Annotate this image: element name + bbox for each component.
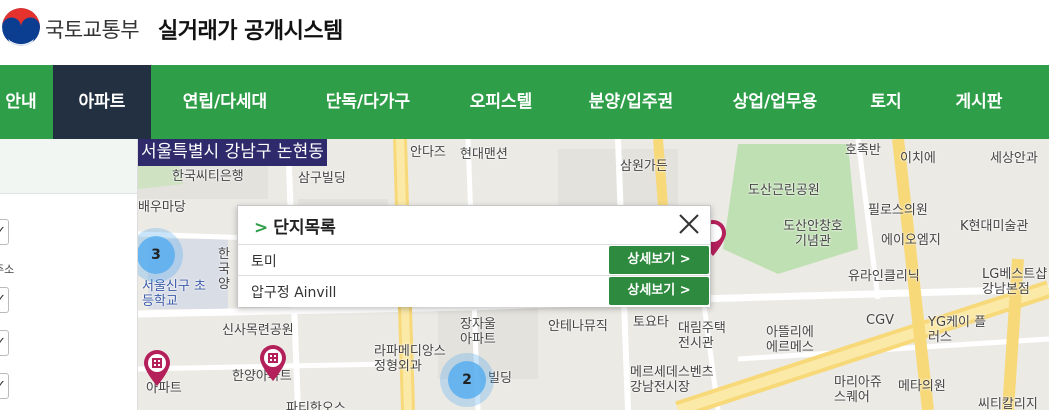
map-label: 토요타 <box>633 315 669 330</box>
map-label: 호족반 <box>845 143 881 158</box>
map-label: CGV <box>866 313 895 328</box>
list-item[interactable]: 토미 상세보기 > <box>238 244 710 276</box>
detail-button[interactable]: 상세보기 > <box>609 277 709 305</box>
close-icon[interactable] <box>676 211 702 237</box>
popup-title: > 단지목록 <box>254 213 336 238</box>
nav-item-officetel[interactable]: 오피스텔 <box>446 65 556 139</box>
system-title[interactable]: 실거래가 공개시스템 <box>158 13 343 45</box>
apartment-pin-icon[interactable] <box>142 349 172 387</box>
chevron-right-icon: > <box>254 218 269 238</box>
map-label: 삼구빌딩 <box>298 171 346 186</box>
map-label: 한국씨티은행 <box>172 169 244 184</box>
map-label: 필로스의원 <box>868 203 928 218</box>
map-label: 씨티칼리지 <box>978 397 1038 410</box>
map-label: 파티한오스 <box>286 401 346 410</box>
nav-item-apartment[interactable]: 아파트 <box>53 65 151 139</box>
map-label: 유라인클리닉 <box>848 269 920 284</box>
nav-item-board[interactable]: 게시판 <box>935 65 1023 139</box>
filter-dropdown[interactable]: ✓ <box>0 219 9 245</box>
region-label: 서울특별시 강남구 논현동 <box>138 139 327 166</box>
complex-name[interactable]: 토미 <box>251 251 277 271</box>
chevron-right-icon: > <box>679 283 691 298</box>
map-label: 마리아쥬 스퀘어 <box>834 375 882 405</box>
complex-name[interactable]: 압구정 Ainvill <box>251 282 336 302</box>
map-label: 에이오엠지 <box>881 233 941 248</box>
complex-list-popup: > 단지목록 토미 상세보기 > 압구정 Ainvill 상세보기 > <box>237 205 711 307</box>
map-label: 서울신구 초등학교 <box>142 279 206 309</box>
government-logo-icon[interactable] <box>2 8 40 46</box>
map-label: 신사목련공원 <box>222 323 294 338</box>
map-label: 세상안과 <box>990 151 1038 166</box>
map-label: 배우마당 <box>138 200 186 215</box>
nav-item-presale[interactable]: 분양/입주권 <box>568 65 694 139</box>
address-label: 주소 <box>0 263 15 276</box>
map-label: 메르세데스벤츠 강남전시장 <box>630 365 714 395</box>
apartment-pin-icon[interactable] <box>258 344 288 382</box>
map-label: 안다즈 <box>410 145 446 160</box>
chevron-right-icon: > <box>679 252 691 267</box>
detail-button[interactable]: 상세보기 > <box>609 246 709 274</box>
popup-title-text: 단지목록 <box>273 218 336 238</box>
filter-dropdown[interactable]: ✓ <box>0 330 9 356</box>
nav-item-detached-house[interactable]: 단독/다가구 <box>303 65 433 139</box>
map-label: K현대미술관 <box>960 219 1029 234</box>
nav-item-row-house[interactable]: 연립/다세대 <box>160 65 290 139</box>
search-panel: ✓ 주소 ✓ ✓ ✓ <box>0 139 138 410</box>
search-panel-header <box>0 139 137 194</box>
ministry-name[interactable]: 국토교통부 <box>45 14 140 44</box>
map-label: 도산근린공원 <box>748 183 820 198</box>
cluster-marker[interactable]: 2 <box>448 361 486 399</box>
nav-item-guide[interactable]: 안내 <box>0 65 46 139</box>
filter-dropdown[interactable]: ✓ <box>0 373 9 399</box>
main-nav: 안내 아파트 연립/다세대 단독/다가구 오피스텔 분양/입주권 상업/업무용 … <box>0 65 1049 139</box>
map-label: 도산안창호 기념관 <box>783 219 843 249</box>
map-label: YG케이 플러스 <box>928 315 987 345</box>
map-label: 메타의원 <box>898 379 946 394</box>
nav-item-commercial[interactable]: 상업/업무용 <box>710 65 840 139</box>
detail-button-label: 상세보기 <box>627 283 676 298</box>
map-label: 이치에 <box>900 151 936 166</box>
map-label: 안테나뮤직 <box>548 319 608 334</box>
map-label: 아뜰리에 에르메스 <box>766 325 814 355</box>
map-label: 현대맨션 <box>460 147 508 162</box>
nav-item-land[interactable]: 토지 <box>855 65 917 139</box>
site-header: 국토교통부 실거래가 공개시스템 <box>0 0 1049 65</box>
map-label: LG베스트샵 강남본점 <box>982 267 1048 297</box>
filter-dropdown[interactable]: ✓ <box>0 287 9 313</box>
map-label: 삼원가든 <box>620 159 668 174</box>
map-label: 장자울 아파트 <box>460 317 496 347</box>
map-label: 라파메디앙스 정형외과 <box>374 344 446 374</box>
list-item[interactable]: 압구정 Ainvill 상세보기 > <box>238 275 710 307</box>
map-label: 빌딩 <box>488 371 512 386</box>
detail-button-label: 상세보기 <box>627 252 676 267</box>
map-label: 대림주택 전시관 <box>678 321 726 351</box>
cluster-marker[interactable]: 3 <box>138 236 175 274</box>
